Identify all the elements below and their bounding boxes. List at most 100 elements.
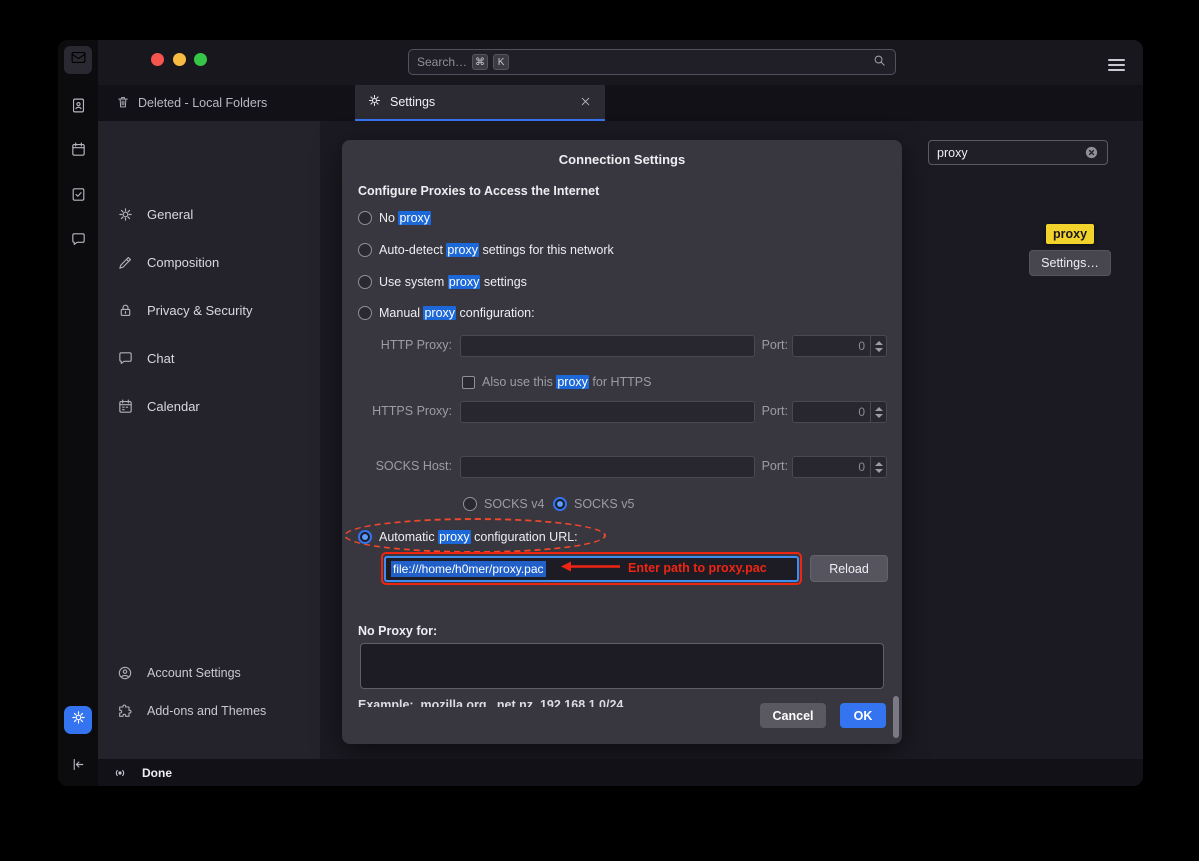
puzzle-icon bbox=[116, 702, 134, 720]
sidebar-item-privacy-security[interactable]: Privacy & Security bbox=[116, 297, 252, 323]
port-spinner[interactable] bbox=[870, 336, 886, 356]
https-proxy-label: HTTPS Proxy: bbox=[342, 404, 452, 418]
tab-label: Settings bbox=[390, 95, 435, 109]
sidebar-item-label: Privacy & Security bbox=[147, 303, 252, 318]
reload-button[interactable]: Reload bbox=[810, 555, 888, 582]
radio-circle[interactable] bbox=[358, 211, 372, 225]
window-zoom-button[interactable] bbox=[194, 53, 207, 66]
http-proxy-label: HTTP Proxy: bbox=[342, 338, 452, 352]
global-search-input[interactable]: Search… ⌘ K bbox=[408, 49, 896, 75]
app-window: Search… ⌘ K Deleted - Local Folders Sett… bbox=[58, 40, 1143, 786]
search-placeholder: Search… bbox=[417, 55, 467, 69]
radio-circle[interactable] bbox=[358, 243, 372, 257]
window-minimize-button[interactable] bbox=[173, 53, 186, 66]
settings-search-input[interactable]: proxy bbox=[928, 140, 1108, 165]
socks-port-input[interactable]: 0 bbox=[792, 456, 887, 478]
sidebar-item-label: Account Settings bbox=[147, 666, 241, 680]
space-mail[interactable] bbox=[64, 46, 92, 74]
chat-space-icon[interactable] bbox=[68, 229, 88, 249]
trash-icon bbox=[116, 95, 130, 112]
radio-socks-v5[interactable]: SOCKS v5 bbox=[553, 494, 634, 514]
sidebar-item-label: Composition bbox=[147, 255, 219, 270]
radio-label: SOCKS v4 bbox=[484, 497, 544, 511]
sidebar-item-calendar[interactable]: Calendar bbox=[116, 393, 200, 419]
account-gear-icon bbox=[116, 664, 134, 682]
radio-circle[interactable] bbox=[358, 306, 372, 320]
activity-status-icon bbox=[112, 765, 128, 781]
socks-port-label: Port: bbox=[748, 459, 788, 473]
sidebar-item-general[interactable]: General bbox=[116, 201, 193, 227]
no-proxy-textarea[interactable] bbox=[360, 643, 884, 689]
radio-label: No proxy bbox=[379, 211, 431, 225]
proxy-settings-button[interactable]: Settings… bbox=[1029, 250, 1111, 276]
status-bar: Done bbox=[98, 759, 1143, 786]
dialog-scrollbar[interactable] bbox=[893, 696, 899, 738]
https-port-input[interactable]: 0 bbox=[792, 401, 887, 423]
no-proxy-example-text: Example: .mozilla.org, .net.nz, 192.168.… bbox=[358, 698, 738, 707]
sidebar-item-label: Chat bbox=[147, 351, 174, 366]
find-highlight: proxy bbox=[398, 211, 431, 225]
annotation-note: Enter path to proxy.pac bbox=[558, 560, 767, 576]
collapse-toolbar-icon[interactable] bbox=[68, 754, 88, 774]
socks-host-input[interactable] bbox=[460, 456, 755, 478]
port-spinner[interactable] bbox=[870, 402, 886, 422]
tasks-icon[interactable] bbox=[68, 184, 88, 204]
find-highlight: proxy bbox=[423, 306, 456, 320]
radio-manual[interactable]: Manual proxy configuration: bbox=[358, 303, 535, 323]
settings-space-button[interactable] bbox=[64, 706, 92, 734]
find-highlight: proxy bbox=[448, 275, 481, 289]
close-icon[interactable] bbox=[579, 95, 593, 109]
sidebar-item-account-settings[interactable]: Account Settings bbox=[116, 660, 241, 686]
radio-autoconfig-url[interactable]: Automatic proxy configuration URL: bbox=[358, 527, 578, 547]
address-book-icon[interactable] bbox=[68, 95, 88, 115]
radio-auto-detect[interactable]: Auto-detect proxy settings for this netw… bbox=[358, 240, 614, 260]
socks-host-label: SOCKS Host: bbox=[342, 459, 452, 473]
find-highlight: proxy bbox=[446, 243, 479, 257]
http-port-input[interactable]: 0 bbox=[792, 335, 887, 357]
radio-circle[interactable] bbox=[358, 275, 372, 289]
ok-button[interactable]: OK bbox=[840, 703, 886, 728]
find-current-match: proxy bbox=[1046, 224, 1094, 244]
calendar-space-icon[interactable] bbox=[68, 139, 88, 159]
tab-label: Deleted - Local Folders bbox=[138, 96, 267, 110]
annotation-arrow-icon bbox=[558, 560, 622, 576]
checkbox-label: Also use this proxy for HTTPS bbox=[482, 375, 651, 389]
clear-search-icon[interactable] bbox=[1084, 145, 1099, 160]
use-for-https-checkbox[interactable]: Also use this proxy for HTTPS bbox=[462, 372, 651, 392]
proxy-section-heading: Configure Proxies to Access the Internet bbox=[358, 184, 599, 198]
sidebar-item-addons-themes[interactable]: Add-ons and Themes bbox=[116, 698, 266, 724]
tab-deleted-folder[interactable]: Deleted - Local Folders bbox=[108, 85, 275, 121]
gear-icon bbox=[70, 709, 87, 731]
http-proxy-input[interactable] bbox=[460, 335, 755, 357]
http-port-label: Port: bbox=[748, 338, 788, 352]
selected-url-text: file:///home/h0mer/proxy.pac bbox=[391, 561, 546, 577]
sidebar-item-chat[interactable]: Chat bbox=[116, 345, 174, 371]
status-text: Done bbox=[142, 766, 172, 780]
sidebar-item-composition[interactable]: Composition bbox=[116, 249, 219, 275]
lock-icon bbox=[116, 301, 134, 319]
settings-sidebar: General Composition Privacy & Security C… bbox=[98, 121, 320, 759]
radio-no-proxy[interactable]: No proxy bbox=[358, 208, 431, 228]
kbd-k-badge: K bbox=[493, 54, 509, 70]
checkbox[interactable] bbox=[462, 376, 475, 389]
https-proxy-input[interactable] bbox=[460, 401, 755, 423]
gear-icon bbox=[116, 205, 134, 223]
radio-socks-v4[interactable]: SOCKS v4 bbox=[463, 494, 544, 514]
app-menu-button[interactable] bbox=[1108, 56, 1125, 74]
cancel-button[interactable]: Cancel bbox=[760, 703, 826, 728]
spaces-toolbar bbox=[58, 40, 98, 786]
port-spinner[interactable] bbox=[870, 457, 886, 477]
pencil-icon bbox=[116, 253, 134, 271]
mail-icon bbox=[70, 49, 87, 71]
window-close-button[interactable] bbox=[151, 53, 164, 66]
find-highlight: proxy bbox=[556, 375, 589, 389]
titlebar: Search… ⌘ K bbox=[98, 40, 1143, 85]
radio-label: Manual proxy configuration: bbox=[379, 306, 535, 320]
sidebar-item-label: Add-ons and Themes bbox=[147, 704, 266, 718]
tab-settings[interactable]: Settings bbox=[355, 85, 605, 121]
radio-circle[interactable] bbox=[553, 497, 567, 511]
radio-circle[interactable] bbox=[358, 530, 372, 544]
radio-circle[interactable] bbox=[463, 497, 477, 511]
radio-use-system[interactable]: Use system proxy settings bbox=[358, 272, 527, 292]
settings-page: General Composition Privacy & Security C… bbox=[98, 121, 1143, 759]
